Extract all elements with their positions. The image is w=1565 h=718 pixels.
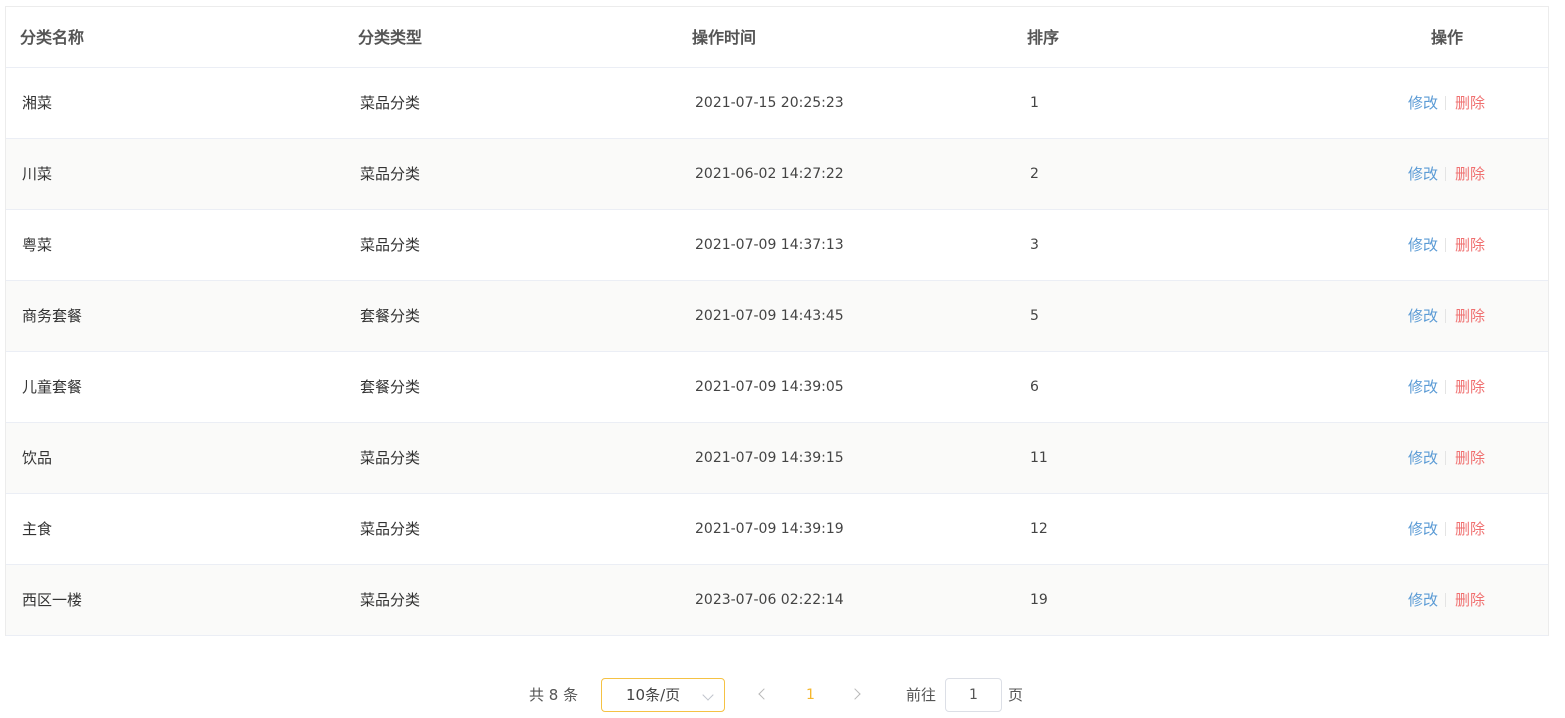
cell-operation-time: 2021-07-09 14:39:19 xyxy=(695,521,844,537)
page-size-select[interactable]: 10条/页 xyxy=(601,678,725,712)
row-actions: 修改 删除 xyxy=(1408,305,1485,327)
cell-category-name: 儿童套餐 xyxy=(22,378,83,396)
delete-button[interactable]: 删除 xyxy=(1455,236,1485,254)
row-actions: 修改 删除 xyxy=(1408,589,1485,611)
edit-button[interactable]: 修改 xyxy=(1408,307,1438,325)
action-divider xyxy=(1445,309,1447,323)
row-actions: 修改 删除 xyxy=(1408,447,1485,469)
action-divider xyxy=(1445,380,1447,394)
edit-button[interactable]: 修改 xyxy=(1408,449,1438,467)
page-number-current[interactable]: 1 xyxy=(806,685,815,705)
cell-operation-time: 2021-07-15 20:25:23 xyxy=(695,95,844,111)
action-divider xyxy=(1445,96,1447,110)
edit-button[interactable]: 修改 xyxy=(1408,591,1438,609)
chevron-down-icon xyxy=(702,689,714,701)
edit-button[interactable]: 修改 xyxy=(1408,520,1438,538)
table-body: 湘菜 菜品分类 2021-07-15 20:25:23 1 修改 删除 川菜 菜品分类 2021… xyxy=(6,68,1548,636)
delete-button[interactable]: 删除 xyxy=(1455,378,1485,396)
page-size-label: 10条/页 xyxy=(626,686,681,704)
table-row: 饮品 菜品分类 2021-07-09 14:39:15 11 修改 删除 xyxy=(6,423,1548,494)
table-row: 商务套餐 套餐分类 2021-07-09 14:43:45 5 修改 删除 xyxy=(6,281,1548,352)
table-row: 川菜 菜品分类 2021-06-02 14:27:22 2 修改 删除 xyxy=(6,139,1548,210)
cell-category-name: 主食 xyxy=(22,520,53,538)
cell-sort: 3 xyxy=(1030,237,1039,253)
cell-category-type: 菜品分类 xyxy=(360,165,421,183)
row-actions: 修改 删除 xyxy=(1408,376,1485,398)
pagination: 共 8 条 10条/页 1 前往 页 xyxy=(0,678,1565,712)
action-divider xyxy=(1445,522,1447,536)
row-actions: 修改 删除 xyxy=(1408,234,1485,256)
category-page: 分类名称 分类类型 操作时间 排序 操作 湘菜 菜品分类 2021-07-15 20… xyxy=(0,0,1565,718)
goto-page-input[interactable] xyxy=(945,678,1002,712)
chevron-left-icon xyxy=(758,688,770,700)
cell-category-name: 川菜 xyxy=(22,165,53,183)
edit-button[interactable]: 修改 xyxy=(1408,94,1438,112)
header-category-name: 分类名称 xyxy=(20,28,85,47)
row-actions: 修改 删除 xyxy=(1408,518,1485,540)
cell-category-name: 西区一楼 xyxy=(22,591,83,609)
action-divider xyxy=(1445,593,1447,607)
header-operation-time: 操作时间 xyxy=(692,28,757,47)
cell-sort: 11 xyxy=(1030,450,1048,466)
cell-category-name: 商务套餐 xyxy=(22,307,83,325)
action-divider xyxy=(1445,451,1447,465)
next-page-button[interactable] xyxy=(847,685,867,705)
delete-button[interactable]: 删除 xyxy=(1455,591,1485,609)
cell-category-type: 菜品分类 xyxy=(360,520,421,538)
delete-button[interactable]: 删除 xyxy=(1455,449,1485,467)
cell-operation-time: 2021-07-09 14:39:15 xyxy=(695,450,844,466)
edit-button[interactable]: 修改 xyxy=(1408,165,1438,183)
cell-category-name: 饮品 xyxy=(22,449,53,467)
table-row: 西区一楼 菜品分类 2023-07-06 02:22:14 19 修改 删除 xyxy=(6,565,1548,636)
row-actions: 修改 删除 xyxy=(1408,92,1485,114)
cell-category-type: 菜品分类 xyxy=(360,449,421,467)
edit-button[interactable]: 修改 xyxy=(1408,236,1438,254)
table-row: 儿童套餐 套餐分类 2021-07-09 14:39:05 6 修改 删除 xyxy=(6,352,1548,423)
cell-operation-time: 2021-07-09 14:37:13 xyxy=(695,237,844,253)
chevron-right-icon xyxy=(849,688,861,700)
cell-operation-time: 2021-07-09 14:43:45 xyxy=(695,308,844,324)
goto-label: 前往 xyxy=(906,686,937,704)
row-actions: 修改 删除 xyxy=(1408,163,1485,185)
action-divider xyxy=(1445,167,1447,181)
cell-category-type: 菜品分类 xyxy=(360,236,421,254)
table-row: 主食 菜品分类 2021-07-09 14:39:19 12 修改 删除 xyxy=(6,494,1548,565)
cell-category-name: 湘菜 xyxy=(22,94,53,112)
cell-sort: 5 xyxy=(1030,308,1039,324)
header-category-type: 分类类型 xyxy=(358,28,423,47)
cell-sort: 1 xyxy=(1030,95,1039,111)
cell-category-type: 菜品分类 xyxy=(360,94,421,112)
table-header: 分类名称 分类类型 操作时间 排序 操作 xyxy=(6,7,1548,68)
prev-page-button[interactable] xyxy=(752,685,772,705)
header-sort: 排序 xyxy=(1027,28,1060,47)
table-row: 粤菜 菜品分类 2021-07-09 14:37:13 3 修改 删除 xyxy=(6,210,1548,281)
cell-operation-time: 2021-07-09 14:39:05 xyxy=(695,379,844,395)
cell-sort: 2 xyxy=(1030,166,1039,182)
cell-category-type: 套餐分类 xyxy=(360,307,421,325)
cell-category-type: 菜品分类 xyxy=(360,591,421,609)
cell-sort: 6 xyxy=(1030,379,1039,395)
action-divider xyxy=(1445,238,1447,252)
cell-sort: 12 xyxy=(1030,521,1048,537)
header-actions: 操作 xyxy=(1431,28,1464,47)
total-count: 共 8 条 xyxy=(529,686,579,704)
cell-category-name: 粤菜 xyxy=(22,236,53,254)
cell-operation-time: 2021-06-02 14:27:22 xyxy=(695,166,844,182)
cell-sort: 19 xyxy=(1030,592,1048,608)
cell-category-type: 套餐分类 xyxy=(360,378,421,396)
table-row: 湘菜 菜品分类 2021-07-15 20:25:23 1 修改 删除 xyxy=(6,68,1548,139)
category-table: 分类名称 分类类型 操作时间 排序 操作 湘菜 菜品分类 2021-07-15 20… xyxy=(5,6,1549,636)
delete-button[interactable]: 删除 xyxy=(1455,94,1485,112)
edit-button[interactable]: 修改 xyxy=(1408,378,1438,396)
cell-operation-time: 2023-07-06 02:22:14 xyxy=(695,592,844,608)
delete-button[interactable]: 删除 xyxy=(1455,165,1485,183)
delete-button[interactable]: 删除 xyxy=(1455,520,1485,538)
delete-button[interactable]: 删除 xyxy=(1455,307,1485,325)
page-suffix-label: 页 xyxy=(1008,686,1024,704)
